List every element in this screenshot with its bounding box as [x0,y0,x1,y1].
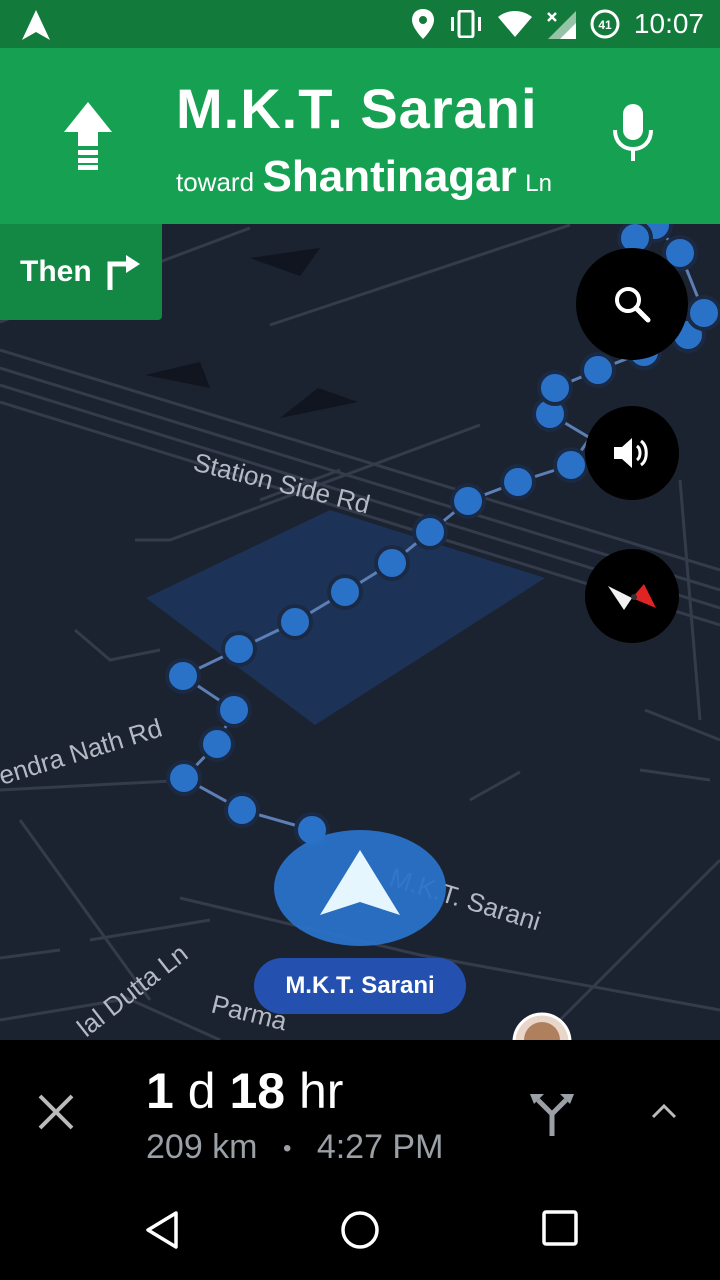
cell-signal-icon [547,11,576,39]
battery-icon: 41 [590,9,620,39]
wifi-icon [497,11,532,37]
map-building [145,362,210,388]
recents-icon[interactable] [542,1210,578,1246]
volume-icon [614,438,648,468]
road-label-station-side: Station Side Rd [191,447,374,520]
back-icon[interactable] [144,1210,180,1250]
compass-button[interactable] [585,549,679,643]
toward-line: toward Shantinagar Ln [176,152,552,202]
home-icon[interactable] [340,1210,380,1250]
duration-hours: 18 [229,1063,286,1119]
navigation-header[interactable]: M.K.T. Sarani toward Shantinagar Ln [0,48,720,224]
system-nav-bar [0,1180,720,1280]
info-separator: • [282,1135,292,1163]
location-icon [411,9,434,39]
trip-info: 209 km • 4:27 PM [146,1128,443,1167]
map-building [250,248,320,276]
then-label: Then [20,255,92,288]
toward-label: toward [176,167,255,197]
destination-road: Shantinagar [262,152,517,201]
current-street-name: M.K.T. Sarani [176,77,538,140]
search-button[interactable] [576,248,688,360]
arrival-time: 4:27 PM [316,1128,444,1166]
destination-suffix: Ln [525,170,552,197]
sound-button[interactable] [585,406,679,500]
current-road-chip: M.K.T. Sarani [254,958,466,1014]
trip-distance: 209 km [146,1128,258,1166]
compass-icon [608,584,656,610]
status-bar: 41 10:07 [0,0,720,48]
battery-level: 41 [598,18,612,32]
duration-hours-unit: hr [298,1063,344,1119]
search-icon [615,287,651,323]
road-label-nath: endra Nath Rd [0,713,165,791]
map-view[interactable]: Station Side Rd endra Nath Rd M.K.T. Sar… [0,224,720,1040]
current-location-puck [274,830,446,946]
next-turn-chip[interactable]: Then [0,224,162,320]
chevron-up-icon[interactable] [650,1102,678,1120]
status-time: 10:07 [633,8,704,39]
alternate-routes-icon[interactable] [530,1090,574,1136]
turn-right-icon [107,255,140,290]
trip-panel[interactable]: 1 d 18 hr 209 km • 4:27 PM [0,1040,720,1180]
road-label-dutta: lal Dutta Ln [71,938,193,1040]
microphone-icon[interactable] [612,104,654,164]
navigation-status-icon [22,10,50,40]
map-building [280,388,358,418]
duration-days: 1 [146,1063,174,1119]
vibrate-icon [450,10,481,38]
trip-duration: 1 d 18 hr [146,1062,343,1120]
duration-days-unit: d [187,1063,216,1119]
go-straight-icon [64,102,112,170]
close-icon[interactable] [36,1092,76,1132]
